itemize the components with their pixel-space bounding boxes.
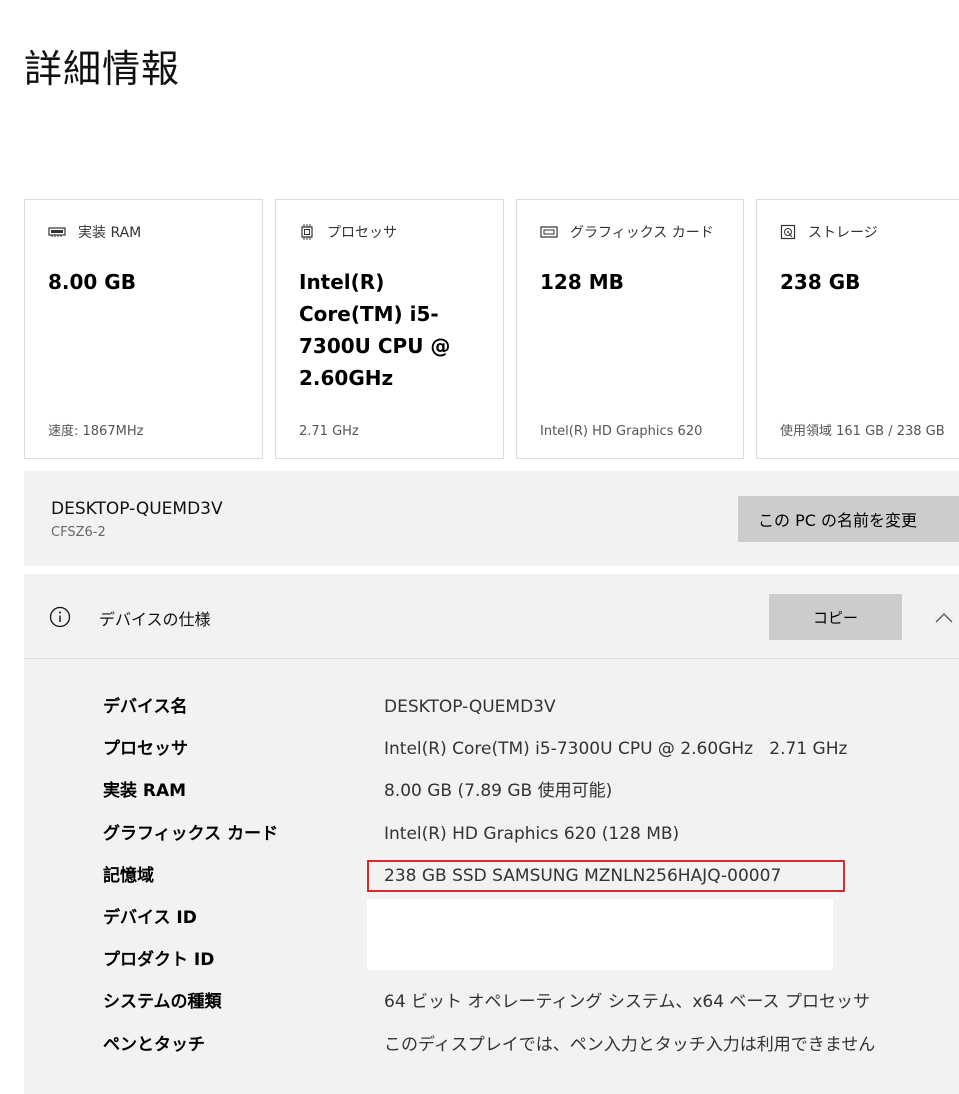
card-value: 238 GB — [780, 270, 861, 294]
spec-value: このディスプレイでは、ペン入力とタッチ入力は利用できません — [384, 1034, 876, 1055]
info-icon — [49, 606, 71, 632]
redacted-area — [367, 899, 833, 970]
spec-value: 8.00 GB (7.89 GB 使用可能) — [384, 781, 613, 802]
pc-model: CFSZ6-2 — [51, 525, 106, 540]
device-name-row: DESKTOP-QUEMD3V CFSZ6-2 この PC の名前を変更 — [24, 471, 959, 566]
card-value: 128 MB — [540, 270, 624, 294]
spec-value: Intel(R) Core(TM) i5-7300U CPU @ 2.60GHz… — [384, 739, 848, 760]
device-specs-header[interactable]: デバイスの仕様 コピー — [24, 574, 959, 659]
copy-button[interactable]: コピー — [769, 594, 902, 640]
spec-label: プロダクト ID — [103, 950, 215, 971]
spec-label: グラフィックス カード — [103, 823, 279, 844]
card-label: 実装 RAM — [78, 225, 142, 241]
spec-row-system-type: システムの種類 64 ビット オペレーティング システム、x64 ベース プロセ… — [24, 991, 959, 1033]
spec-label: 記憶域 — [103, 865, 154, 886]
spec-row-pen-touch: ペンとタッチ このディスプレイでは、ペン入力とタッチ入力は利用できません — [24, 1034, 959, 1076]
card-value: Intel(R) Core(TM) i5-7300U CPU @ 2.60GHz — [299, 270, 451, 390]
device-specs-title: デバイスの仕様 — [99, 610, 211, 629]
spec-label: ペンとタッチ — [103, 1034, 205, 1055]
spec-label: システムの種類 — [103, 992, 222, 1013]
processor-icon — [299, 224, 315, 240]
spec-value: DESKTOP-QUEMD3V — [384, 697, 556, 717]
spec-label: プロセッサ — [103, 739, 188, 760]
storage-card: ストレージ 238 GB 使用領域 161 GB / 238 GB — [756, 199, 959, 459]
card-label: グラフィックス カード — [570, 225, 714, 241]
card-value: 8.00 GB — [48, 270, 136, 294]
spec-row-graphics: グラフィックス カード Intel(R) HD Graphics 620 (12… — [24, 823, 959, 865]
spec-row-device-name: デバイス名 DESKTOP-QUEMD3V — [24, 696, 959, 738]
device-specs-panel: デバイスの仕様 コピー デバイス名 DESKTOP-QUEMD3V プロセッサ … — [24, 574, 959, 1094]
spec-label: デバイス ID — [103, 907, 197, 928]
spec-label: 実装 RAM — [103, 781, 187, 802]
device-specs-list: デバイス名 DESKTOP-QUEMD3V プロセッサ Intel(R) Cor… — [24, 696, 959, 1076]
card-footer: 速度: 1867MHz — [48, 424, 144, 439]
processor-card: プロセッサ Intel(R) Core(TM) i5-7300U CPU @ 2… — [275, 199, 504, 459]
card-label: ストレージ — [808, 225, 878, 241]
graphics-card: グラフィックス カード 128 MB Intel(R) HD Graphics … — [516, 199, 744, 459]
card-label: プロセッサ — [327, 225, 397, 241]
spec-row-processor: プロセッサ Intel(R) Core(TM) i5-7300U CPU @ 2… — [24, 738, 959, 780]
card-footer: 2.71 GHz — [299, 424, 359, 439]
ram-icon — [48, 226, 66, 238]
chevron-up-icon[interactable] — [934, 609, 954, 628]
highlight-box — [367, 859, 845, 892]
spec-value: Intel(R) HD Graphics 620 (128 MB) — [384, 823, 680, 844]
pc-name: DESKTOP-QUEMD3V — [51, 499, 223, 519]
page-title: 詳細情報 — [24, 47, 181, 91]
ram-card: 実装 RAM 8.00 GB 速度: 1867MHz — [24, 199, 263, 459]
spec-row-ram: 実装 RAM 8.00 GB (7.89 GB 使用可能) — [24, 780, 959, 822]
spec-label: デバイス名 — [103, 697, 188, 717]
storage-icon — [780, 224, 796, 240]
graphics-card-icon — [540, 225, 558, 239]
rename-pc-button[interactable]: この PC の名前を変更 — [738, 496, 959, 542]
card-footer: Intel(R) HD Graphics 620 — [540, 424, 703, 439]
spec-value: 64 ビット オペレーティング システム、x64 ベース プロセッサ — [384, 992, 870, 1013]
card-footer: 使用領域 161 GB / 238 GB — [780, 424, 945, 439]
